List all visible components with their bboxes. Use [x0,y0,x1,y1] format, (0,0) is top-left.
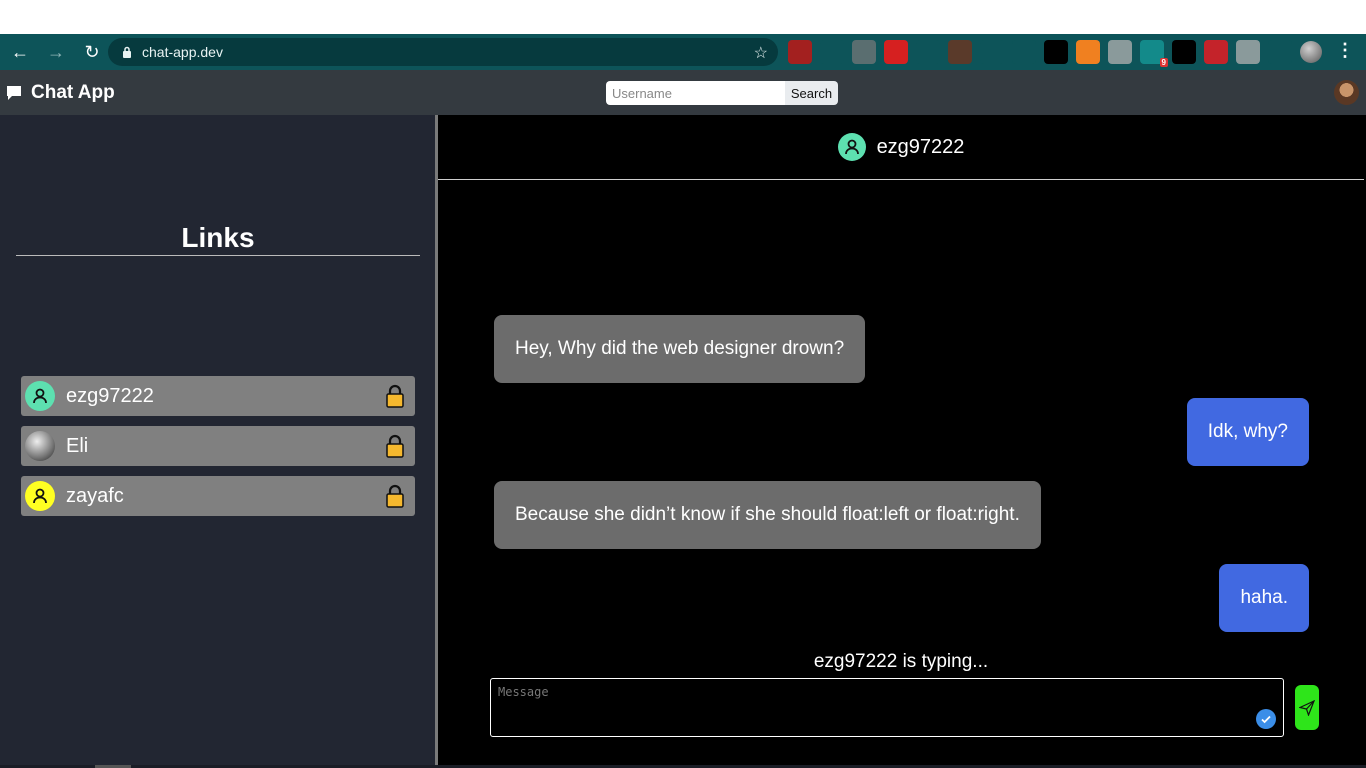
person-icon [837,133,866,161]
ext-red-x-icon[interactable] [1204,40,1228,64]
user-avatar[interactable] [1334,80,1359,105]
check-icon[interactable] [1256,709,1276,729]
link-item-eli[interactable]: Eli [21,426,415,466]
reload-icon[interactable]: ↻ [76,36,108,68]
person-icon [25,381,55,411]
send-icon [1299,699,1315,716]
user-search: Search [606,81,838,105]
ext-teal-icon[interactable]: 9 [1140,40,1168,67]
typing-indicator: ezg97222 is typing... [813,651,989,672]
forward-icon[interactable]: → [40,36,72,68]
send-button[interactable] [1295,685,1319,730]
browser-profile-avatar[interactable] [1300,41,1322,63]
ext-react-icon[interactable] [916,40,940,64]
chat-partner-name: ezg97222 [876,135,965,158]
message-box [490,678,1284,737]
extensions-bar: 9 [788,40,1300,67]
ext-r-icon[interactable] [1236,40,1260,64]
address-bar[interactable]: chat-app.dev ☆ [108,38,778,66]
ext-f-icon[interactable] [852,40,876,64]
lock-icon [386,484,404,508]
message-incoming: Because she didn’t know if she should fl… [494,481,1041,549]
ext-hand-icon[interactable] [884,40,908,64]
ext-check-icon[interactable] [1108,40,1132,64]
link-name: Eli [66,434,89,457]
brand[interactable]: Chat App [6,82,115,104]
url-text[interactable]: chat-app.dev [142,44,223,60]
message-outgoing: haha. [1219,564,1309,632]
chat-panel: ezg97222 Hey, Why did the web designer d… [438,115,1366,768]
extension-badge: 9 [1159,58,1168,67]
message-incoming: Hey, Why did the web designer drown? [494,315,866,383]
top-blank-strip [0,0,1366,34]
search-button[interactable]: Search [785,81,838,105]
ext-orange-icon[interactable] [1076,40,1100,64]
ext-box-icon[interactable] [980,40,1004,64]
secure-lock-icon [120,45,134,59]
bookmark-star-icon[interactable]: ☆ [754,43,768,63]
link-name: ezg97222 [66,384,154,407]
links-heading: Links [16,222,420,256]
person-icon [25,481,55,511]
username-search-input[interactable] [606,81,785,105]
app-navbar: Chat App Search [0,70,1366,115]
lock-icon [386,434,404,458]
ext-wave-icon[interactable] [1012,40,1036,64]
ext-red-icon[interactable] [788,40,812,64]
message-outgoing: Idk, why? [1186,398,1309,466]
puzzle-icon[interactable] [1268,40,1292,64]
github-icon[interactable] [1044,40,1068,64]
message-input[interactable] [491,679,1283,736]
back-icon[interactable]: ← [4,36,36,68]
chat-header: ezg97222 [438,115,1364,180]
ext-brown-icon[interactable] [948,40,972,64]
ext-t-icon[interactable] [820,40,844,64]
lock-icon [386,384,404,408]
brand-title: Chat App [31,82,115,103]
browser-menu-icon[interactable]: ⋮ [1336,40,1354,61]
browser-toolbar: ← → ↻ chat-app.dev ☆ 9 ⋮ [0,34,1366,70]
ext-w-icon[interactable] [1172,40,1196,64]
avatar [25,431,55,461]
link-name: zayafc [66,484,124,507]
chat-bubble-icon [7,86,21,100]
link-item-ezg97222[interactable]: ezg97222 [21,376,415,416]
link-item-zayafc[interactable]: zayafc [21,476,415,516]
